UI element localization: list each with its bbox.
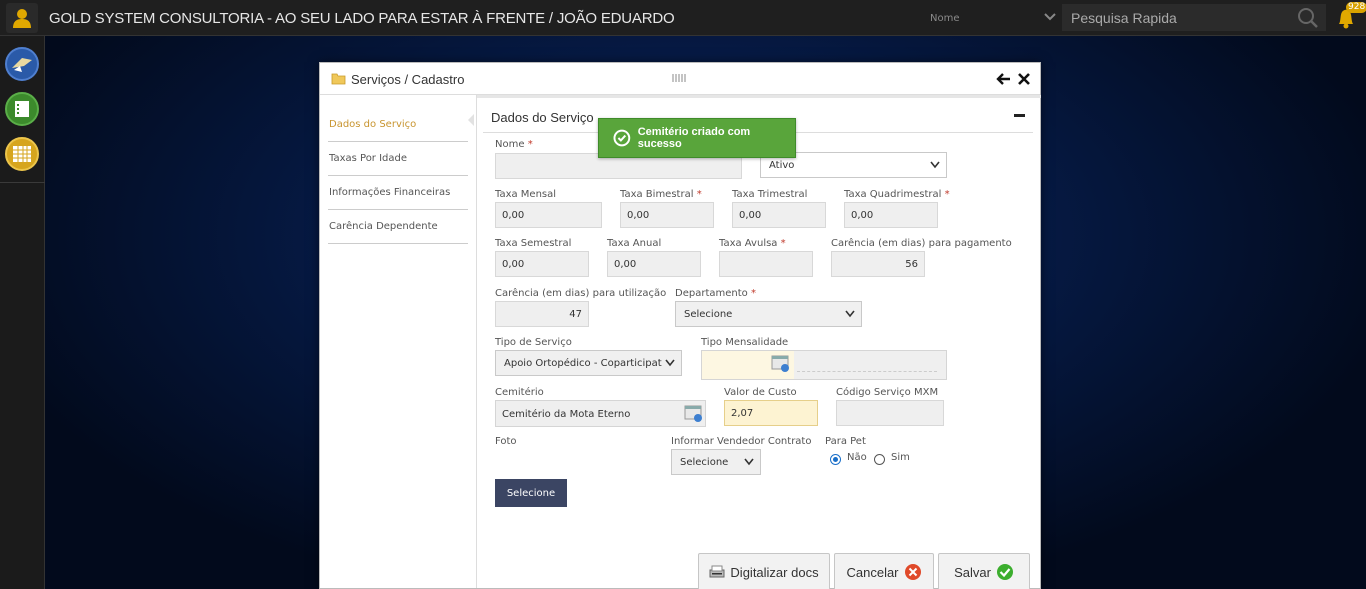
search-scope-label: Nome: [930, 12, 960, 24]
codigo-mxm-input[interactable]: [836, 400, 944, 426]
save-button[interactable]: Salvar: [938, 553, 1030, 589]
para-pet-nao-label: Não: [847, 452, 867, 463]
toast-message: Cemitério criado com sucesso: [637, 126, 751, 150]
check-circle-icon: [613, 129, 631, 147]
taxa-semestral-input[interactable]: [495, 251, 589, 277]
departamento-label: Departamento *: [675, 288, 756, 299]
tab-carencia-dependente[interactable]: Carência Dependente: [328, 210, 468, 244]
cemiterio-field[interactable]: Cemitério da Mota Eterno: [495, 400, 706, 427]
para-pet-sim-label: Sim: [891, 452, 910, 463]
scanner-icon: [709, 565, 725, 578]
taxa-quadrimestral-label: Taxa Quadrimestral *: [844, 189, 950, 200]
tipo-mensalidade-underline: [797, 371, 937, 372]
tab-informacoes-financeiras[interactable]: Informações Financeiras: [328, 176, 468, 210]
search-scope-select[interactable]: Nome: [922, 0, 1062, 36]
foto-label: Foto: [495, 436, 517, 447]
search-input[interactable]: [1062, 4, 1326, 31]
back-arrow-icon[interactable]: [995, 71, 1011, 87]
form-panel: Dados do Serviço Nome * Ativo Taxa Mensa…: [476, 95, 1041, 588]
sidebar-divider: [0, 182, 45, 183]
valor-custo-label: Valor de Custo: [724, 387, 797, 398]
tipo-mensalidade-label: Tipo Mensalidade: [701, 337, 789, 348]
status-value: Ativo: [769, 159, 795, 171]
chevron-down-icon: [845, 310, 855, 318]
tipo-mensalidade-field[interactable]: [701, 350, 947, 380]
chevron-down-icon: [930, 161, 940, 169]
tipo-servico-select[interactable]: Apoio Ortopédico - Coparticipati: [495, 350, 682, 376]
collapse-icon[interactable]: [1014, 114, 1025, 117]
chevron-down-icon: [665, 359, 675, 367]
app-title: GOLD SYSTEM CONSULTORIA - AO SEU LADO PA…: [49, 10, 675, 27]
user-avatar[interactable]: [6, 3, 38, 33]
modal-header: Serviços / Cadastro: [320, 63, 1040, 95]
taxa-quadrimestral-input[interactable]: [844, 202, 938, 228]
sidebar: [0, 36, 45, 589]
sidebar-item-grid[interactable]: [5, 137, 39, 171]
digitalizar-docs-button[interactable]: Digitalizar docs: [698, 553, 830, 589]
taxa-bimestral-input[interactable]: [620, 202, 714, 228]
taxa-trimestral-input[interactable]: [732, 202, 826, 228]
carencia-utilizacao-input[interactable]: [495, 301, 589, 327]
taxa-anual-label: Taxa Anual: [607, 238, 662, 249]
vendedor-value: Selecione: [680, 456, 729, 468]
taxa-mensal-input[interactable]: [495, 202, 602, 228]
user-icon: [13, 9, 31, 28]
close-icon[interactable]: [1017, 71, 1031, 87]
top-bar: GOLD SYSTEM CONSULTORIA - AO SEU LADO PA…: [0, 0, 1366, 36]
taxa-avulsa-label: Taxa Avulsa *: [719, 238, 786, 249]
foto-select-button[interactable]: Selecione: [495, 479, 567, 507]
success-toast: Cemitério criado com sucesso: [598, 118, 796, 158]
valor-custo-input[interactable]: [724, 400, 818, 426]
carencia-pagamento-input[interactable]: [831, 251, 925, 277]
tipo-servico-label: Tipo de Serviço: [495, 337, 572, 348]
folder-icon: [331, 73, 346, 85]
rocket-icon: [12, 58, 32, 72]
tab-dados-do-servico[interactable]: Dados do Serviço: [328, 108, 468, 142]
vendedor-select[interactable]: Selecione: [671, 449, 761, 475]
taxa-bimestral-label: Taxa Bimestral *: [620, 189, 702, 200]
taxa-avulsa-input[interactable]: [719, 251, 813, 277]
taxa-semestral-label: Taxa Semestral: [495, 238, 572, 249]
taxa-trimestral-label: Taxa Trimestral: [732, 189, 808, 200]
cancel-icon: [904, 564, 921, 580]
notification-badge: 928: [1346, 2, 1366, 13]
chevron-down-icon: [1044, 13, 1056, 21]
active-tab-caret: [468, 114, 474, 126]
cancel-button[interactable]: Cancelar: [834, 553, 934, 589]
para-pet-sim-radio[interactable]: [874, 454, 885, 465]
search-icon[interactable]: [1296, 7, 1320, 29]
drag-handle-icon[interactable]: [672, 73, 688, 83]
lookup-icon[interactable]: [684, 405, 704, 423]
cemiterio-label: Cemitério: [495, 387, 544, 398]
form-tabs: Dados do Serviço Taxas Por Idade Informa…: [328, 108, 468, 244]
tipo-servico-value: Apoio Ortopédico - Coparticipati: [504, 357, 662, 369]
modal-title: Serviços / Cadastro: [351, 72, 465, 87]
taxa-anual-input[interactable]: [607, 251, 701, 277]
lookup-icon[interactable]: [771, 355, 791, 373]
section-title: Dados do Serviço: [491, 110, 594, 125]
para-pet-label: Para Pet: [825, 436, 866, 447]
panel-top-bar: [477, 95, 1041, 98]
check-icon: [996, 564, 1013, 580]
sidebar-item-services[interactable]: [5, 47, 39, 81]
chevron-down-icon: [744, 458, 754, 466]
cemiterio-value: Cemitério da Mota Eterno: [502, 409, 631, 420]
codigo-mxm-label: Código Serviço MXM: [836, 387, 939, 398]
carencia-utilizacao-label: Carência (em dias) para utilização: [495, 288, 667, 299]
list-icon: [15, 101, 29, 117]
nome-label: Nome *: [495, 139, 533, 150]
grid-icon: [13, 146, 31, 162]
tab-taxas-por-idade[interactable]: Taxas Por Idade: [328, 142, 468, 176]
departamento-value: Selecione: [684, 308, 733, 320]
para-pet-nao-radio[interactable]: [830, 454, 841, 465]
sidebar-item-list[interactable]: [5, 92, 39, 126]
carencia-pagamento-label: Carência (em dias) para pagamento: [831, 238, 1012, 249]
vendedor-label: Informar Vendedor Contrato: [671, 436, 812, 447]
taxa-mensal-label: Taxa Mensal: [495, 189, 557, 200]
departamento-select[interactable]: Selecione: [675, 301, 862, 327]
